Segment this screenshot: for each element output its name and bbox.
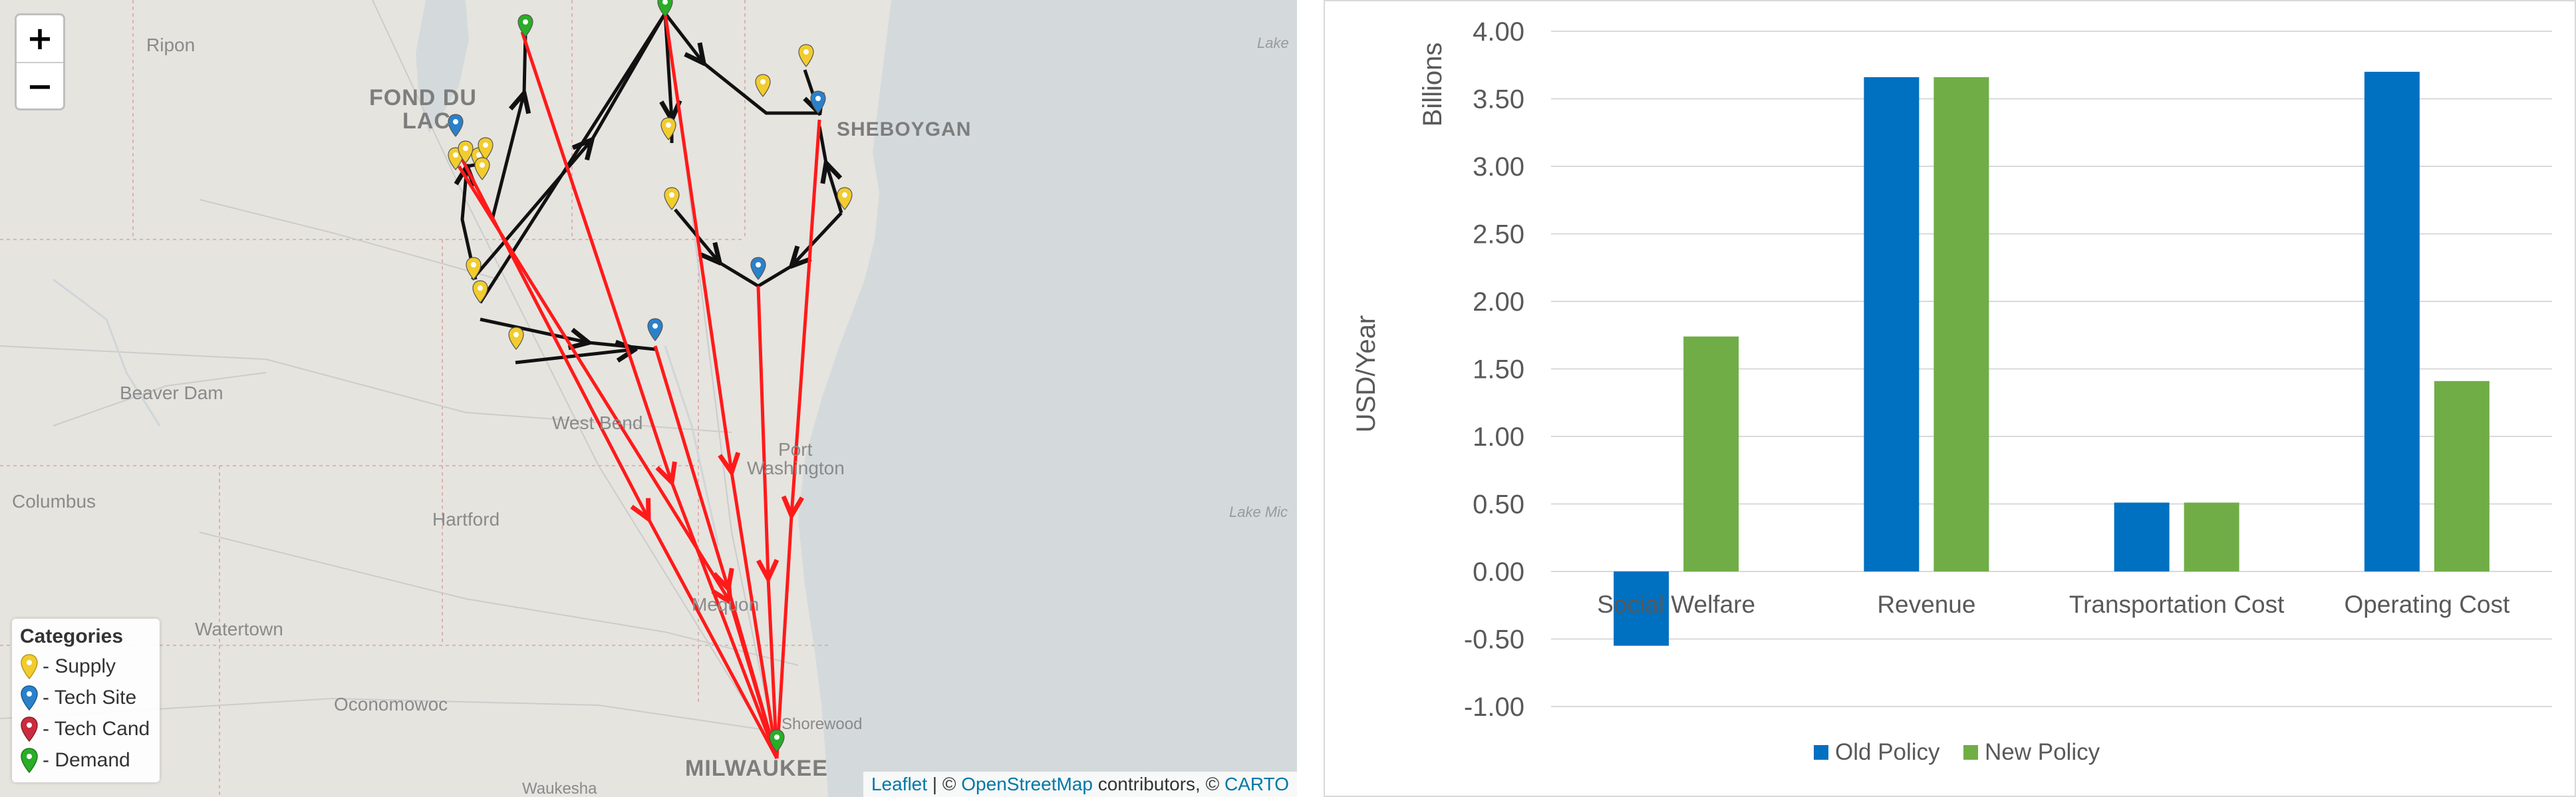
red-marker-icon bbox=[21, 716, 38, 742]
y-tick-label: -0.50 bbox=[1464, 625, 1524, 655]
y-tick-label: 3.00 bbox=[1473, 152, 1524, 182]
place-label-ripon: Ripon bbox=[146, 35, 196, 55]
x-category-label: Operating Cost bbox=[2344, 591, 2510, 618]
place-label-sheboygan: SHEBOYGAN bbox=[837, 118, 972, 140]
y-axis-unit: Billions bbox=[1418, 43, 1447, 127]
map-marker-9[interactable] bbox=[466, 257, 482, 280]
lake-label-top: Lake bbox=[1257, 35, 1289, 51]
place-label-lac: LAC bbox=[402, 108, 451, 134]
place-label-watertown: Watertown bbox=[195, 619, 283, 639]
map-marker-10[interactable] bbox=[472, 280, 488, 303]
blue-marker-icon bbox=[21, 685, 38, 711]
map-marker-7[interactable] bbox=[798, 44, 814, 67]
map-marker-19[interactable] bbox=[474, 157, 490, 180]
zoom-in-button[interactable]: + bbox=[17, 15, 63, 62]
flows-black bbox=[462, 12, 843, 365]
leaflet-link[interactable]: Leaflet bbox=[871, 774, 927, 794]
place-label-mequon: Mequon bbox=[692, 594, 760, 615]
map-marker-4[interactable] bbox=[660, 117, 676, 140]
chart-panel: 4.00 3.50 3.00 2.50 2.00 1.50 1.00 0.50 0.00 -0.5… bbox=[1324, 0, 2576, 797]
legend-label-tech-site: - Tech Site bbox=[43, 686, 137, 709]
map-legend: Categories - Supply - Tech Site - Tech C… bbox=[12, 619, 160, 782]
x-category-label: Social Welfare bbox=[1597, 591, 1755, 618]
map-marker-14[interactable] bbox=[810, 90, 826, 114]
place-label-milwaukee: MILWAUKEE bbox=[685, 756, 828, 781]
y-tick-label: 0.50 bbox=[1473, 490, 1524, 520]
place-label-waukesha: Waukesha bbox=[522, 780, 597, 797]
bar-chart: 4.00 3.50 3.00 2.50 2.00 1.50 1.00 0.50 0.00 -0.5… bbox=[1352, 17, 2552, 765]
bar-new-policy-1 bbox=[1933, 77, 1989, 571]
y-tick-label: 2.00 bbox=[1473, 287, 1524, 317]
carto-link[interactable]: CARTO bbox=[1224, 774, 1289, 794]
y-tick-label: 4.00 bbox=[1473, 17, 1524, 47]
osm-link[interactable]: OpenStreetMap bbox=[961, 774, 1093, 794]
legend-item-tech-cand: - Tech Cand bbox=[20, 713, 152, 744]
y-tick-label: -1.00 bbox=[1464, 693, 1524, 722]
zoom-control: + − bbox=[15, 13, 65, 110]
y-tick-label: 0.00 bbox=[1473, 558, 1524, 587]
map-marker-11[interactable] bbox=[508, 327, 524, 350]
legend-title: Categories bbox=[20, 625, 124, 647]
bar-old-policy-1 bbox=[1864, 77, 1920, 571]
legend-label-tech-cand: - Tech Cand bbox=[43, 717, 150, 740]
y-tick-label: 1.00 bbox=[1473, 422, 1524, 452]
legend-label-supply: - Supply bbox=[43, 655, 116, 677]
place-label-west-bend: West Bend bbox=[552, 412, 643, 433]
place-label-shorewood: Shorewood bbox=[782, 715, 863, 733]
place-label-hartford: Hartford bbox=[432, 509, 500, 530]
y-axis-title: USD/Year bbox=[1352, 315, 1381, 432]
legend-item-demand: - Demand bbox=[20, 744, 152, 776]
place-label-washington: Washington bbox=[747, 458, 845, 478]
attribution-contrib: contributors, © bbox=[1092, 774, 1224, 794]
legend-label-series-1: New Policy bbox=[1985, 739, 2100, 765]
place-label-fond-du: FOND DU bbox=[369, 85, 477, 110]
y-tick-label: 2.50 bbox=[1473, 220, 1524, 249]
place-label-columbus: Columbus bbox=[12, 491, 96, 512]
legend-item-tech-site: - Tech Site bbox=[20, 682, 152, 713]
y-tick-label: 3.50 bbox=[1473, 85, 1524, 114]
map-marker-5[interactable] bbox=[664, 187, 680, 210]
green-marker-icon bbox=[21, 747, 38, 773]
legend-swatch-1 bbox=[1963, 745, 1978, 760]
map-marker-6[interactable] bbox=[755, 74, 771, 97]
bar-new-policy-3 bbox=[2434, 381, 2490, 571]
place-label-beaver-dam: Beaver Dam bbox=[120, 383, 223, 403]
map-marker-17[interactable] bbox=[657, 0, 673, 17]
zoom-out-button[interactable]: − bbox=[17, 62, 63, 108]
map-marker-16[interactable] bbox=[517, 14, 533, 37]
map-attribution: Leaflet | © OpenStreetMap contributors, … bbox=[863, 772, 1297, 797]
legend-label-series-0: Old Policy bbox=[1835, 739, 1940, 765]
legend-swatch-0 bbox=[1814, 745, 1828, 760]
map-marker-13[interactable] bbox=[750, 257, 766, 280]
bar-old-policy-3 bbox=[2364, 71, 2420, 571]
flows-red bbox=[457, 13, 821, 760]
legend-item-supply: - Supply bbox=[20, 651, 152, 682]
y-tick-label: 1.50 bbox=[1473, 355, 1524, 385]
x-category-label: Revenue bbox=[1877, 591, 1975, 618]
x-category-label: Transportation Cost bbox=[2069, 591, 2285, 618]
legend-label-demand: - Demand bbox=[43, 748, 130, 771]
bar-new-policy-0 bbox=[1683, 336, 1739, 571]
yellow-marker-icon bbox=[21, 653, 38, 679]
place-label-oconomowoc: Oconomowoc bbox=[334, 694, 448, 715]
bar-old-policy-2 bbox=[2114, 502, 2170, 571]
lake-label-mid: Lake Mic bbox=[1229, 504, 1288, 520]
bar-new-policy-2 bbox=[2184, 502, 2239, 571]
map-marker-12[interactable] bbox=[647, 318, 663, 341]
attribution-sep: | © bbox=[927, 774, 962, 794]
map-panel[interactable]: Ripon FOND DU LAC SHEBOYGAN Beaver Dam W… bbox=[0, 0, 1297, 797]
